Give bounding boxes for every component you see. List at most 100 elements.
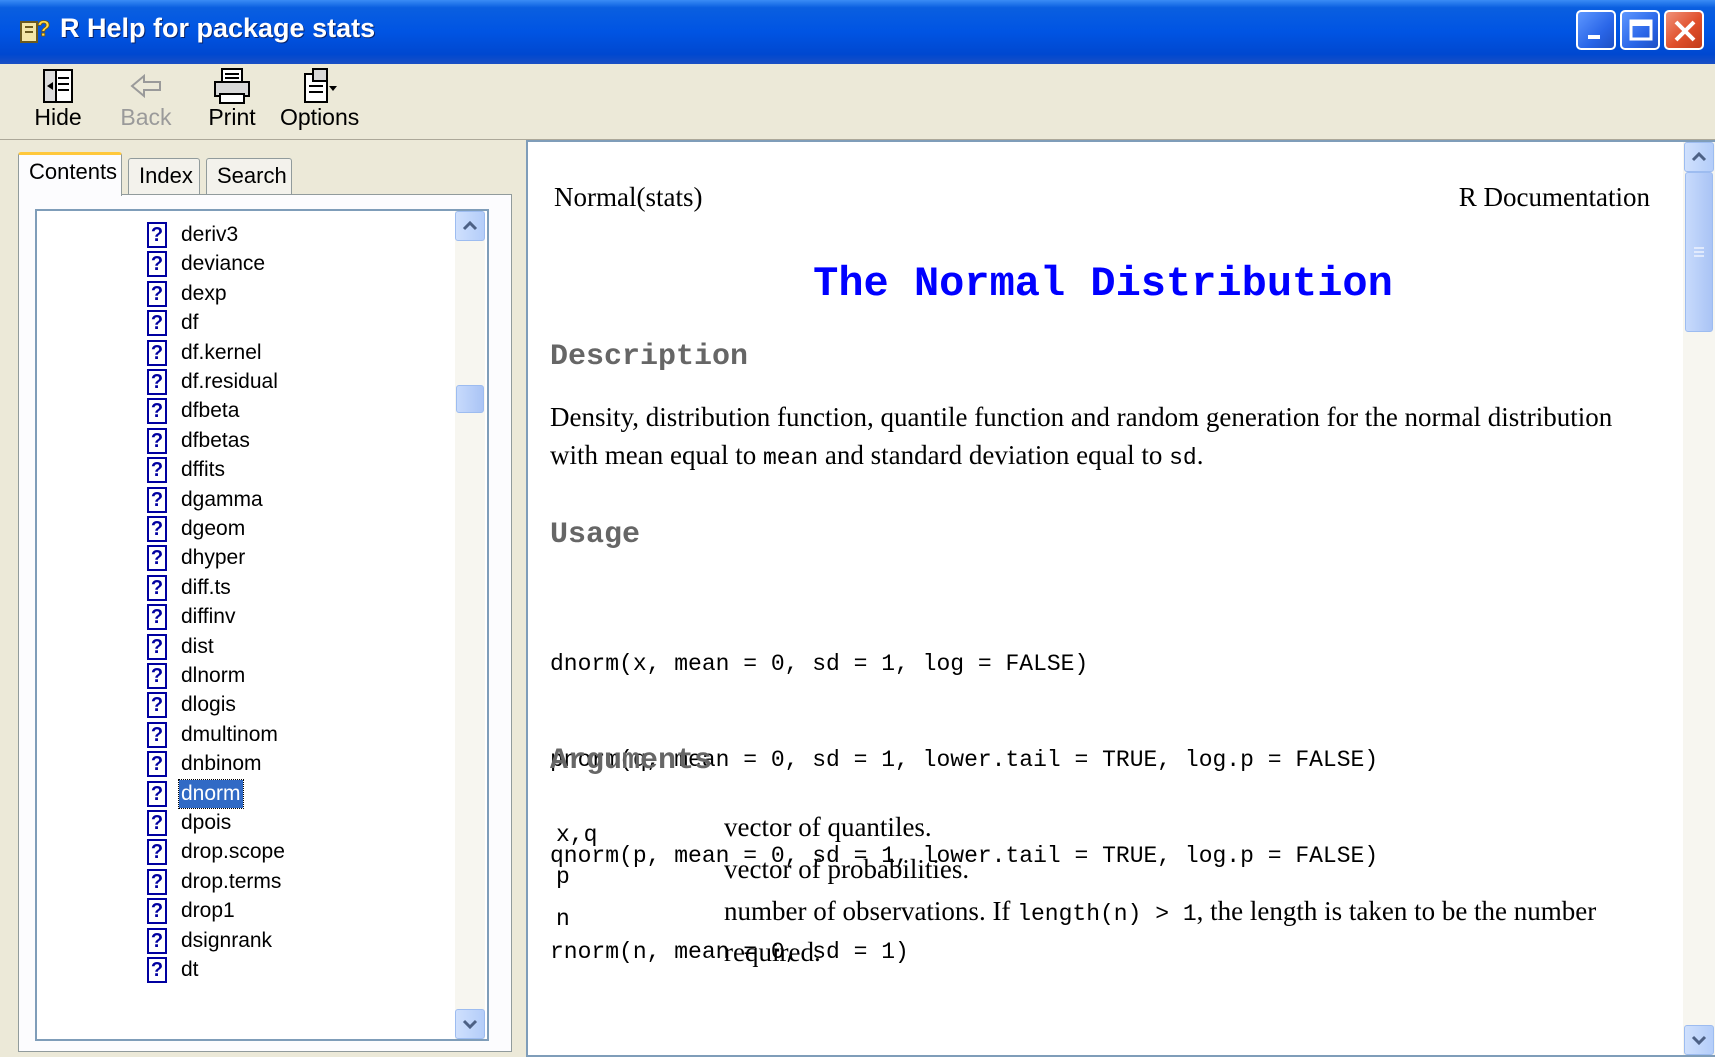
argument-description-code: length(n) > 1 [1017,901,1197,927]
description-code-mean: mean [762,445,819,471]
tree-item-label: dt [181,958,199,981]
help-topic-icon: ? [147,369,167,395]
tab-index[interactable]: Index [128,158,200,194]
tree-item-label: dgamma [181,487,263,511]
printer-icon [214,68,250,104]
tree-item-label: drop.scope [181,840,285,864]
help-topic-icon: ? [147,751,167,778]
hide-button[interactable]: Hide [30,64,86,131]
tree-item-label: dffits [181,458,225,482]
tree-item-label: dlogis [181,693,236,717]
argument-description: vector of quantiles. [724,812,932,842]
help-topic-icon: ? [147,839,167,866]
help-topic-icon: ? [147,927,167,954]
arguments-heading: Arguments [550,744,713,778]
help-topic-icon: ? [147,486,167,513]
help-topic-icon: ? [147,398,167,425]
svg-text:?: ? [37,16,50,41]
navigation-pane: Contents Index Search ? deriv3? deviance? d… [18,140,512,1057]
help-topic-icon: ? [147,868,167,895]
scroll-thumb[interactable] [456,385,484,413]
tree-scrollbar[interactable] [455,211,485,1039]
close-button[interactable] [1664,10,1704,50]
help-topic-icon: ? [147,574,167,601]
doc-title: The Normal Distribution [813,260,1393,308]
back-label: Back [120,104,172,130]
help-topic-icon: ? [147,222,167,248]
tree-item-label: deriv3 [181,223,239,246]
help-topic-icon: ? [147,810,167,836]
help-topic-icon: ? [147,280,167,307]
document-pane: Normal(stats) R Documentation The Normal… [526,140,1715,1057]
help-topic-icon: ? [147,721,167,748]
description-code-sd: sd [1169,445,1197,471]
argument-description: number of observations. If length(n) > 1… [724,892,1644,971]
tree-item-label: df.kernel [181,340,262,364]
tree-item-label: df [181,311,199,335]
description-part: and standard deviation equal to [818,440,1170,470]
usage-heading: Usage [550,518,641,552]
help-topic-icon: ? [147,633,167,660]
tab-search[interactable]: Search [206,158,292,194]
tree-item-label: diff.ts [181,575,231,599]
tree-item-label: drop1 [181,899,235,923]
help-topic-icon: ? [147,516,167,542]
doc-scroll-thumb[interactable] [1685,172,1713,332]
contents-panel: ? deriv3? deviance? dexp? df? df.kernel? df.re… [18,194,512,1052]
tab-search-label: Search [217,163,287,188]
scroll-up-button[interactable] [455,211,485,241]
hide-label: Hide [34,104,82,130]
tab-contents-label: Contents [29,159,118,184]
help-topic-icon: ? [147,780,167,807]
toolbar: Hide Back Print Options [0,64,1715,140]
argument-description-part: number of observations. If [724,896,1018,926]
tree-item-label: dhyper [181,546,246,570]
tree-item-label: diffinv [181,605,236,629]
minimize-button[interactable] [1576,10,1616,50]
scroll-down-button[interactable] [455,1009,485,1039]
maximize-icon [1629,19,1653,41]
tree-item-label: dlnorm [181,664,246,687]
tree-item-label: dmultinom [181,722,278,746]
doc-topic-name: Normal(stats) [554,182,703,212]
options-button[interactable]: Options [280,64,360,131]
print-button[interactable]: Print [205,64,259,131]
chevron-up-icon [1691,151,1707,162]
tree-item-label: dsignrank [181,928,273,952]
tree-item-label: dfbeta [181,399,240,423]
help-topic-icon: ? [147,604,167,631]
help-topic-icon: ? [147,457,167,484]
help-document: Normal(stats) R Documentation The Normal… [528,142,1678,1055]
grip-icon [1694,247,1704,257]
options-label: Options [280,104,360,130]
tree-item-label: dgeom [181,517,246,540]
description-heading: Description [550,340,749,374]
description-part: . [1196,440,1204,470]
document-scrollbar[interactable] [1683,142,1715,1055]
tree-item-label: drop.terms [181,869,282,893]
help-topic-icon: ? [147,663,167,689]
help-topic-icon: ? [147,251,167,278]
title-bar: ? R Help for package stats [0,0,1715,64]
minimize-icon [1588,35,1600,39]
print-label: Print [208,104,256,130]
doc-scroll-down-button[interactable] [1684,1025,1714,1055]
argument-name: p [556,864,570,890]
help-topic-icon: ? [147,427,167,454]
pane-splitter[interactable] [512,140,526,1057]
back-button[interactable]: Back [116,64,176,131]
doc-scroll-up-button[interactable] [1684,142,1714,172]
tab-contents[interactable]: Contents [18,152,122,196]
close-icon [1674,20,1696,42]
tree-item-label: dexp [181,281,227,305]
help-topic-icon: ? [147,339,167,366]
help-book-icon: ? [20,16,50,43]
help-topic-icon: ? [147,957,167,983]
maximize-button[interactable] [1620,10,1660,50]
tree-item-label: dist [181,634,214,658]
chevron-down-icon [1691,1035,1707,1046]
contents-tree: ? deriv3? deviance? dexp? df? df.kernel? df.re… [35,209,489,1041]
tree-item-label: df.residual [181,370,278,393]
back-arrow-icon [130,73,161,99]
description-text: Density, distribution function, quantile… [550,398,1650,477]
